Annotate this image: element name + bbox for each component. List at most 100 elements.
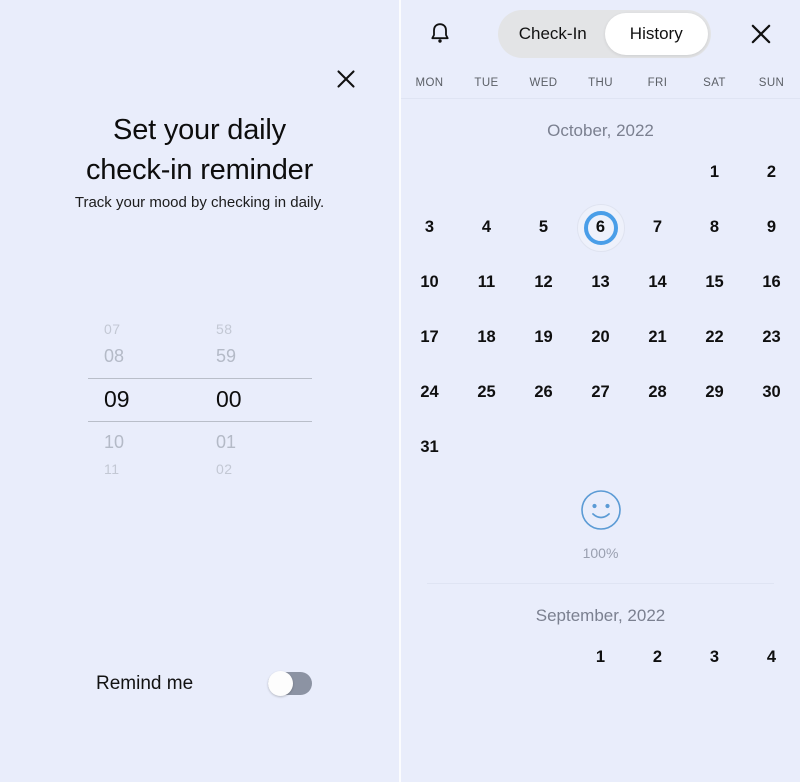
- calendar-cell[interactable]: 25: [458, 365, 515, 420]
- calendar-cell-empty: [458, 145, 515, 200]
- calendar-cell[interactable]: 14: [629, 255, 686, 310]
- calendar-day-number: 26: [534, 383, 553, 401]
- calendar-day-number: 4: [766, 648, 777, 666]
- calendar-day-number: 12: [534, 273, 553, 291]
- calendar-cell[interactable]: 22: [686, 310, 743, 365]
- minute-wheel[interactable]: 58 59 00 01 02: [200, 318, 300, 478]
- hour-wheel[interactable]: 07 08 09 10 11: [88, 318, 188, 478]
- calendar-cell[interactable]: 2: [629, 630, 686, 685]
- calendar-cell-selected[interactable]: 6: [572, 200, 629, 255]
- weekday-sun: SUN: [758, 77, 785, 89]
- page-subtitle: Track your mood by checking in daily.: [74, 194, 325, 211]
- close-icon[interactable]: [331, 64, 361, 94]
- smiley-face-icon: [580, 489, 622, 536]
- hour-option-far-below[interactable]: 11: [88, 461, 188, 477]
- calendar-cell[interactable]: 13: [572, 255, 629, 310]
- minute-option-selected[interactable]: 00: [200, 386, 300, 413]
- calendar-cell[interactable]: 28: [629, 365, 686, 420]
- app-screen: Set your daily check-in reminder Track y…: [0, 0, 800, 782]
- month-label: October, 2022: [547, 121, 654, 140]
- calendar-cell[interactable]: 1: [686, 145, 743, 200]
- calendar-cell[interactable]: 17: [401, 310, 458, 365]
- calendar-cell[interactable]: 5: [515, 200, 572, 255]
- calendar-cell[interactable]: 21: [629, 310, 686, 365]
- remind-me-row: Remind me: [96, 671, 312, 696]
- calendar-day-number: 29: [705, 383, 724, 401]
- calendar-cell[interactable]: 24: [401, 365, 458, 420]
- calendar-cell[interactable]: 15: [686, 255, 743, 310]
- calendar-day-number: 22: [705, 328, 724, 346]
- calendar-grid: 1 2 3 4 5 6 7 8 9 10 11 12 13 14 15 16 17 18 19 20 21 22 23 24 2…: [401, 145, 800, 475]
- calendar-cell-empty: [458, 630, 515, 685]
- hour-option-above[interactable]: 08: [88, 346, 188, 367]
- calendar-cell[interactable]: 31: [401, 420, 458, 475]
- tab-check-in[interactable]: Check-In: [501, 13, 605, 55]
- weekday-fri: FRI: [647, 77, 668, 89]
- calendar-day-number: 13: [591, 273, 610, 291]
- calendar-cell[interactable]: 30: [743, 365, 800, 420]
- calendar-cell[interactable]: 7: [629, 200, 686, 255]
- tab-history[interactable]: History: [604, 13, 708, 55]
- calendar-cell[interactable]: 27: [572, 365, 629, 420]
- calendar-day-number: 14: [648, 273, 667, 291]
- calendar-cell[interactable]: 19: [515, 310, 572, 365]
- calendar-day-number: 8: [709, 218, 720, 236]
- hour-option-below[interactable]: 10: [88, 432, 188, 453]
- calendar-cell-empty: [515, 630, 572, 685]
- calendar-day-number: 20: [591, 328, 610, 346]
- calendar-day-number: 9: [766, 218, 777, 236]
- calendar-cell[interactable]: 3: [686, 630, 743, 685]
- remind-me-toggle[interactable]: [268, 671, 312, 696]
- mood-summary: 100%: [401, 475, 800, 561]
- calendar-day-number: 6: [595, 218, 606, 236]
- calendar-cell[interactable]: 4: [458, 200, 515, 255]
- calendar-day-number: 27: [591, 383, 610, 401]
- calendar-grid: 1 2 3 4: [401, 630, 800, 685]
- history-header: Check-In History: [401, 0, 800, 68]
- calendar-day-number: 17: [420, 328, 439, 346]
- calendar-cell[interactable]: 2: [743, 145, 800, 200]
- calendar-day-number: 25: [477, 383, 496, 401]
- minute-option-far-above[interactable]: 58: [200, 321, 300, 337]
- time-picker[interactable]: 07 08 09 10 11 58 59 00 01 02: [88, 318, 312, 478]
- toggle-knob: [268, 671, 293, 696]
- minute-option-above[interactable]: 59: [200, 346, 300, 367]
- calendar-cell[interactable]: 10: [401, 255, 458, 310]
- minute-option-below[interactable]: 01: [200, 432, 300, 453]
- hour-option-selected[interactable]: 09: [88, 386, 188, 413]
- calendar-cell[interactable]: 11: [458, 255, 515, 310]
- calendar-cell[interactable]: 20: [572, 310, 629, 365]
- calendar-cell[interactable]: 16: [743, 255, 800, 310]
- calendar-day-number: 3: [424, 218, 435, 236]
- calendar-day-number: 7: [652, 218, 663, 236]
- calendar-cell[interactable]: 3: [401, 200, 458, 255]
- calendar-cell-empty: [629, 145, 686, 200]
- hour-option-far-above[interactable]: 07: [88, 321, 188, 337]
- calendar-cell[interactable]: 18: [458, 310, 515, 365]
- calendar-day-number: 18: [477, 328, 496, 346]
- bell-icon[interactable]: [424, 18, 456, 50]
- month-block-september: September, 2022 1 2 3 4: [401, 584, 800, 685]
- calendar-cell[interactable]: 29: [686, 365, 743, 420]
- view-mode-segmented-control[interactable]: Check-In History: [498, 10, 711, 58]
- calendar-day-number: 23: [762, 328, 781, 346]
- calendar-cell[interactable]: 1: [572, 630, 629, 685]
- calendar-cell[interactable]: 9: [743, 200, 800, 255]
- calendar-cell[interactable]: 23: [743, 310, 800, 365]
- calendar-cell[interactable]: 26: [515, 365, 572, 420]
- minute-option-far-below[interactable]: 02: [200, 461, 300, 477]
- calendar-day-number: 5: [538, 218, 549, 236]
- calendar-cell-empty: [572, 145, 629, 200]
- weekday-tue: TUE: [474, 77, 499, 89]
- calendar-cell[interactable]: 12: [515, 255, 572, 310]
- calendar-cell[interactable]: 4: [743, 630, 800, 685]
- calendar-day-number: 24: [420, 383, 439, 401]
- calendar-day-number: 19: [534, 328, 553, 346]
- close-icon[interactable]: [746, 19, 776, 49]
- calendar-day-number: 4: [481, 218, 492, 236]
- panel-divider: [399, 0, 401, 782]
- history-panel: Check-In History MON TUE WED THU FRI SAT…: [401, 0, 800, 782]
- calendar-cell[interactable]: 8: [686, 200, 743, 255]
- calendar-day-number: 11: [477, 273, 496, 291]
- weekday-thu: THU: [588, 77, 613, 89]
